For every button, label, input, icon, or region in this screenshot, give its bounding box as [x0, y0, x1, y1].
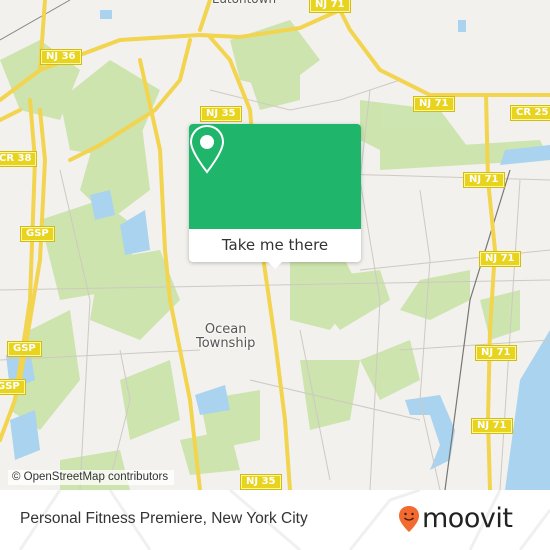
- route-shield-nj71: NJ 71: [471, 418, 513, 434]
- route-shield-gsp: GSP: [0, 379, 26, 395]
- popup-pointer: [266, 260, 284, 269]
- route-shield-nj71: NJ 71: [413, 96, 455, 112]
- route-shield-gsp: GSP: [7, 341, 42, 357]
- route-shield-cr25: CR 25: [509, 105, 550, 121]
- place-label-line1: Ocean: [204, 322, 247, 337]
- route-shield-nj71: NJ 71: [479, 251, 521, 267]
- route-shield-nj35: NJ 35: [240, 474, 282, 490]
- popup-header: [189, 124, 361, 229]
- place-label-eatontown: Eatontown: [212, 0, 276, 6]
- railway-line-north: [0, 0, 71, 41]
- location-pin-icon: [189, 124, 225, 174]
- moovit-wordmark: moovit: [422, 503, 513, 534]
- route-shield-nj35: NJ 35: [200, 106, 242, 122]
- place-label-ocean-township: Ocean Township: [196, 323, 255, 351]
- map[interactable]: Eatontown NJ 36 NJ 71 NJ 35 NJ 71 CR 25 …: [0, 0, 550, 490]
- destination-popup: Take me there: [189, 124, 361, 269]
- route-shield-nj71: NJ 71: [463, 172, 505, 188]
- route-shield-gsp: GSP: [20, 226, 55, 242]
- route-shield-nj71: NJ 71: [309, 0, 351, 13]
- place-label-line2: Township: [196, 336, 256, 351]
- moovit-pin-smile-icon: [399, 506, 419, 532]
- route-shield-nj71: NJ 71: [475, 345, 517, 361]
- location-title: Personal Fitness Premiere, New York City: [20, 510, 308, 527]
- moovit-logo[interactable]: moovit: [398, 503, 513, 534]
- footer: Personal Fitness Premiere, New York City…: [0, 490, 550, 550]
- route-shield-cr38: CR 38: [0, 151, 38, 167]
- take-me-there-button[interactable]: Take me there: [189, 229, 361, 262]
- map-attribution[interactable]: © OpenStreetMap contributors: [8, 470, 175, 485]
- route-shield-nj36: NJ 36: [40, 49, 82, 65]
